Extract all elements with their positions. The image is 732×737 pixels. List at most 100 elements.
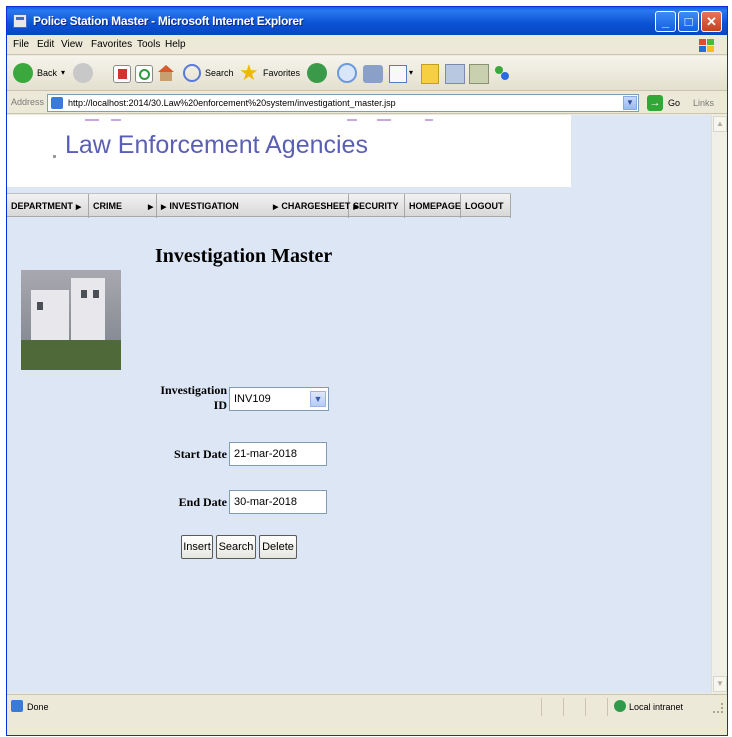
browser-window: Police Station Master - Microsoft Intern… (6, 6, 728, 736)
chevron-right-icon: ▶ (75, 204, 82, 211)
start-date-input[interactable]: 21-mar-2018 (229, 442, 327, 466)
scroll-up-icon[interactable]: ▲ (713, 116, 727, 132)
links-button[interactable]: Links (693, 98, 714, 108)
local-intranet-icon (614, 700, 626, 712)
back-label[interactable]: Back (37, 68, 57, 78)
go-arrow-icon[interactable]: → (647, 95, 663, 111)
nav-chargesheet[interactable]: ▶ CHARGESHEET ▶ (269, 194, 359, 218)
select-value: INV109 (234, 393, 271, 405)
status-divider (585, 698, 586, 716)
nav-logout[interactable]: LOGOUT (461, 194, 511, 218)
banner-decoration (111, 119, 121, 121)
investigation-id-select[interactable]: INV109 ▼ (229, 387, 329, 411)
back-arrow-icon[interactable] (13, 63, 33, 83)
menu-help[interactable]: Help (165, 39, 186, 50)
menu-favorites[interactable]: Favorites (91, 39, 132, 50)
search-icon[interactable] (183, 64, 201, 82)
nav-investigation[interactable]: ▶ INVESTIGATION (157, 194, 269, 218)
chevron-right-icon: ▶ (148, 204, 154, 211)
nav-label: INVESTIGATION (169, 201, 239, 211)
chevron-down-icon[interactable]: ▼ (310, 391, 326, 407)
police-station-photo (21, 270, 121, 370)
menu-file[interactable]: File (13, 39, 29, 50)
delete-button[interactable]: Delete (259, 535, 297, 559)
page-done-icon (11, 700, 23, 712)
nav-label: CHARGESHEET (281, 201, 351, 211)
favorites-star-icon[interactable]: ★ (239, 62, 261, 84)
refresh-icon[interactable] (135, 65, 153, 83)
nav-label: SECURITY (353, 201, 399, 211)
scroll-down-icon[interactable]: ▼ (713, 676, 727, 692)
menu-tools[interactable]: Tools (137, 39, 160, 50)
discuss-icon[interactable] (445, 64, 465, 84)
print-icon[interactable] (389, 65, 407, 83)
minimize-button[interactable]: _ (655, 11, 676, 32)
forward-arrow-icon[interactable] (73, 63, 93, 83)
go-button[interactable]: Go (668, 98, 680, 108)
history-icon[interactable] (337, 63, 357, 83)
banner: Law Enforcement Agencies (7, 115, 571, 187)
end-date-label: End Date (178, 495, 227, 509)
photo-detail (93, 290, 99, 298)
nav-label: CRIME (93, 201, 122, 211)
status-divider (563, 698, 564, 716)
stop-icon[interactable] (113, 65, 131, 83)
search-button[interactable]: Search (216, 535, 256, 559)
menu-edit[interactable]: Edit (37, 39, 54, 50)
investigation-id-label: Investigation ID (155, 383, 227, 413)
address-label: Address (11, 97, 45, 107)
nav-security[interactable]: SECURITY (349, 194, 405, 218)
label-line: ID (213, 398, 227, 412)
label-line: Investigation (160, 383, 227, 397)
photo-detail (71, 278, 105, 340)
nav-homepage[interactable]: HOMEPAGE (405, 194, 461, 218)
research-icon[interactable] (469, 64, 489, 84)
insert-button[interactable]: Insert (181, 535, 213, 559)
banner-title: Law Enforcement Agencies (65, 131, 368, 159)
chevron-right-icon: ▶ (161, 204, 167, 211)
windows-flag-icon (697, 37, 715, 53)
chevron-right-icon: ▶ (273, 204, 279, 211)
maximize-button[interactable]: □ (678, 11, 699, 32)
address-url: http://localhost:2014/30.Law%20enforceme… (68, 98, 396, 108)
start-date-label: Start Date (174, 447, 227, 461)
close-button[interactable]: ✕ (701, 11, 722, 32)
back-dropdown-icon[interactable]: ▾ (61, 68, 65, 77)
media-icon[interactable] (307, 63, 327, 83)
status-bar: Done Local intranet (7, 694, 727, 718)
title-bar[interactable]: Police Station Master - Microsoft Intern… (7, 7, 727, 35)
menu-bar: File Edit View Favorites Tools Help (7, 35, 727, 55)
menu-view[interactable]: View (61, 39, 83, 50)
window-title: Police Station Master - Microsoft Intern… (33, 14, 304, 28)
banner-decoration (377, 119, 391, 121)
photo-detail (31, 290, 69, 340)
mail-icon[interactable] (363, 65, 383, 83)
photo-detail (21, 340, 121, 370)
photo-detail (37, 302, 43, 310)
resize-grip[interactable] (713, 703, 723, 713)
address-dropdown-icon[interactable]: ▼ (623, 96, 637, 110)
page-viewport: Law Enforcement Agencies DEPARTMENT ▶ CRI… (7, 115, 711, 693)
page-title: Investigation Master (155, 245, 333, 267)
page-icon (51, 97, 63, 109)
home-icon[interactable] (157, 63, 175, 83)
banner-decoration (425, 119, 433, 121)
chevron-right-icon: ▶ (145, 194, 157, 218)
address-input[interactable]: http://localhost:2014/30.Law%20enforceme… (47, 94, 639, 112)
messenger-icon[interactable] (493, 64, 511, 84)
favorites-label[interactable]: Favorites (263, 68, 300, 78)
status-divider (541, 698, 542, 716)
search-label[interactable]: Search (205, 68, 234, 78)
nav-label: LOGOUT (465, 201, 504, 211)
nav-department[interactable]: DEPARTMENT ▶ (7, 194, 89, 218)
end-date-input[interactable]: 30-mar-2018 (229, 490, 327, 514)
print-dropdown-icon[interactable]: ▾ (409, 68, 413, 77)
nav-label: DEPARTMENT (11, 201, 73, 211)
photo-detail (81, 290, 87, 298)
toolbar: Back ▾ Search ★ Favorites ▾ (7, 56, 727, 91)
status-divider (607, 698, 608, 716)
edit-icon[interactable] (421, 64, 439, 84)
status-text: Done (27, 702, 49, 712)
vertical-scrollbar[interactable]: ▲ ▼ (711, 115, 727, 693)
banner-decoration (53, 155, 56, 158)
